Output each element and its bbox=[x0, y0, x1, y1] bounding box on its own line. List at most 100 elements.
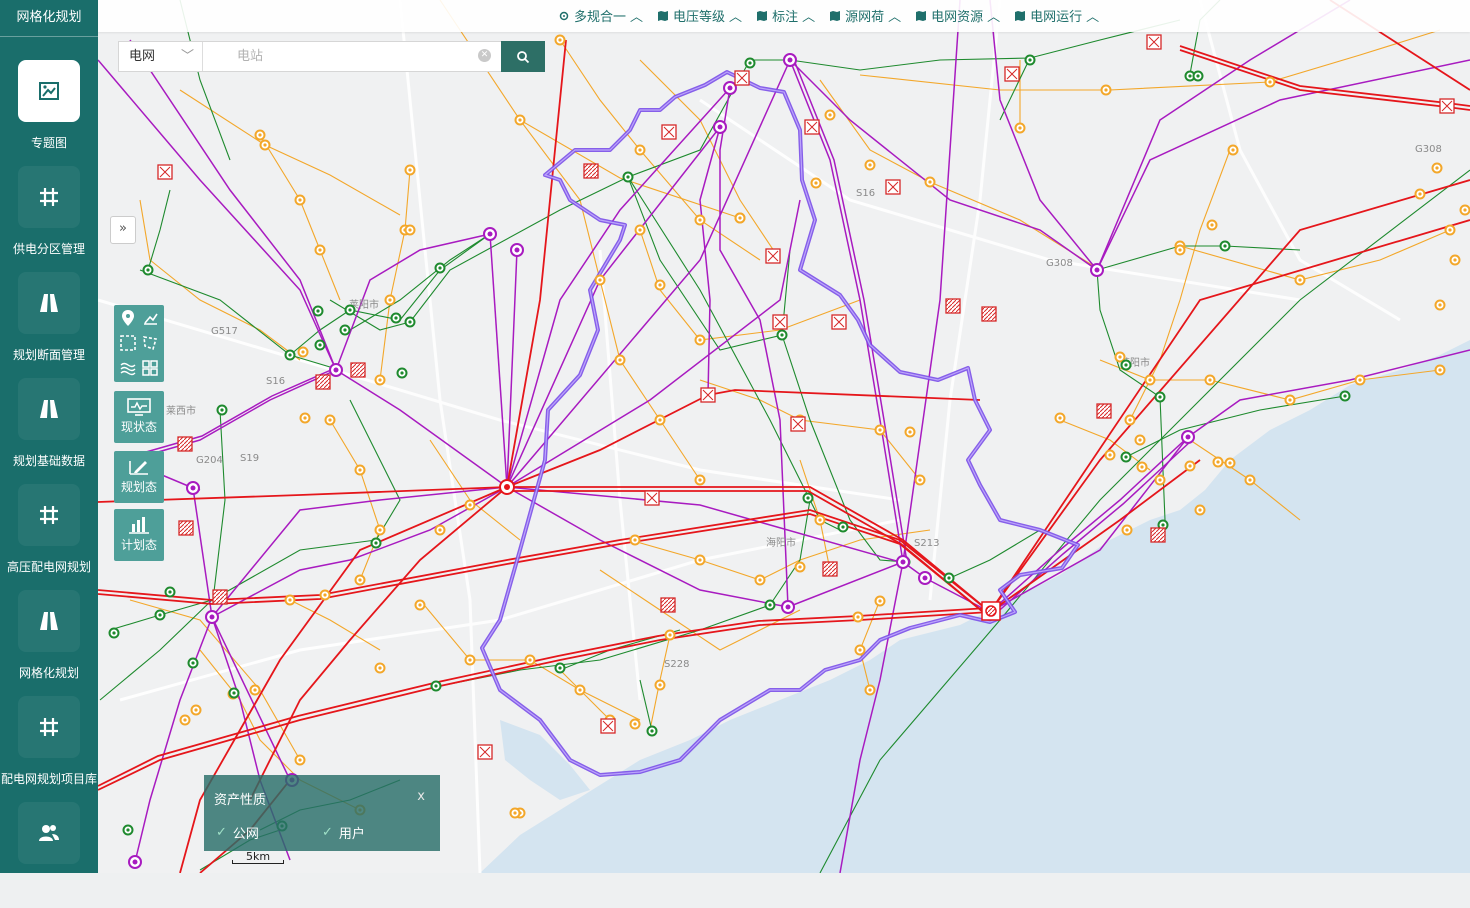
svg-text:G308: G308 bbox=[1046, 258, 1073, 269]
existing-station[interactable] bbox=[822, 561, 838, 577]
menu-label: 电网资源 bbox=[931, 10, 984, 25]
sidebar-item-label: 规划断面管理 bbox=[12, 348, 85, 362]
wave-layer-icon[interactable] bbox=[119, 359, 137, 377]
existing-station[interactable] bbox=[583, 163, 599, 179]
road-icon bbox=[40, 612, 58, 630]
current-state-button[interactable]: 现状态 bbox=[114, 391, 164, 443]
map-icon bbox=[916, 10, 927, 21]
chevron-up-icon: ︿ bbox=[1086, 10, 1100, 25]
sidebar-item-project-library[interactable]: 配电网规划项目库 bbox=[0, 696, 98, 802]
road-icon bbox=[40, 294, 58, 312]
existing-station[interactable] bbox=[660, 597, 676, 613]
sidebar-item-box[interactable] bbox=[18, 60, 80, 122]
search-button[interactable] bbox=[501, 41, 545, 72]
svg-text:S213: S213 bbox=[914, 538, 939, 549]
existing-station[interactable] bbox=[315, 374, 331, 390]
legend-option-label: 用户 bbox=[338, 827, 365, 842]
legend-option-user[interactable]: ✓ 用户 bbox=[322, 823, 365, 842]
map-icon bbox=[658, 10, 669, 21]
menu-label: 电网运行 bbox=[1030, 10, 1083, 25]
expand-panel-button[interactable]: » bbox=[110, 216, 136, 244]
menu-source-grid-load[interactable]: 源网荷 ︿ bbox=[829, 6, 901, 25]
measure-tool-icon[interactable] bbox=[141, 309, 159, 327]
station-search-input[interactable] bbox=[205, 42, 470, 71]
map-icon bbox=[757, 10, 768, 21]
search-icon bbox=[517, 50, 530, 63]
sidebar-item-box[interactable] bbox=[18, 272, 80, 334]
sidebar-item-box[interactable] bbox=[18, 590, 80, 652]
existing-station[interactable] bbox=[350, 362, 366, 378]
sidebar: 网格化规划 专题图 供电分区管理 规划断面管理 规划基础数据 高压配电网规划 网… bbox=[0, 0, 98, 873]
map-scale-bar: 5km bbox=[232, 850, 284, 864]
sidebar-item-label: 专题图 bbox=[30, 136, 67, 150]
map-pin-tool-icon[interactable] bbox=[119, 309, 137, 327]
sidebar-item-box[interactable] bbox=[18, 166, 80, 228]
asset-type-legend: 资产性质 x ✓ 公网 ✓ 用户 bbox=[204, 775, 440, 851]
planning-state-button[interactable]: 规划态 bbox=[114, 451, 164, 503]
state-label: 规划态 bbox=[120, 480, 157, 494]
double-chevron-right-icon: » bbox=[119, 221, 127, 236]
svg-text:G204: G204 bbox=[196, 455, 223, 466]
top-menu-bar: 多规合一 ︿ 电压等级 ︿ 标注 ︿ 源网荷 ︿ 电网资源 ︿ 电网运行 ︿ bbox=[98, 0, 1470, 32]
menu-annotation[interactable]: 标注 ︿ bbox=[756, 6, 815, 25]
bar-chart-icon bbox=[129, 517, 149, 534]
existing-station[interactable] bbox=[981, 306, 997, 322]
svg-text:S16: S16 bbox=[856, 188, 875, 199]
svg-text:S16: S16 bbox=[266, 376, 285, 387]
box-select-icon[interactable] bbox=[119, 334, 137, 352]
sidebar-item-hv-planning[interactable]: 高压配电网规划 bbox=[0, 484, 98, 590]
sidebar-item-box[interactable] bbox=[18, 378, 80, 440]
sidebar-item-label: 供电分区管理 bbox=[12, 242, 85, 256]
existing-station[interactable] bbox=[212, 589, 228, 605]
sidebar-item-section-management[interactable]: 规划断面管理 bbox=[0, 272, 98, 378]
sidebar-item-thematic-map[interactable]: 专题图 bbox=[0, 60, 98, 166]
legend-option-public[interactable]: ✓ 公网 bbox=[216, 823, 259, 842]
existing-station[interactable] bbox=[178, 520, 194, 536]
sidebar-item-label: 配电网规划项目库 bbox=[0, 772, 97, 786]
svg-text:莱西市: 莱西市 bbox=[166, 404, 196, 417]
map-canvas[interactable]: G308 G308 S16 S16 G517 G204 S19 S228 莱西市… bbox=[98, 0, 1470, 873]
checkmark-icon: ✓ bbox=[216, 825, 227, 840]
menu-voltage-level[interactable]: 电压等级 ︿ bbox=[657, 6, 742, 25]
sidebar-item-label: 规划基础数据 bbox=[12, 454, 85, 468]
search-type-value: 电网 bbox=[129, 49, 156, 64]
layout-grid-icon[interactable] bbox=[141, 359, 159, 377]
monitor-icon bbox=[127, 398, 151, 416]
existing-station[interactable] bbox=[1096, 403, 1112, 419]
search-type-select[interactable]: 电网 ﹀ bbox=[119, 42, 203, 71]
chevron-up-icon: ︿ bbox=[630, 10, 644, 25]
existing-station[interactable] bbox=[1150, 527, 1166, 543]
scale-line bbox=[232, 860, 284, 864]
menu-label: 多规合一 bbox=[574, 10, 627, 25]
grid-icon bbox=[40, 188, 58, 206]
state-label: 计划态 bbox=[120, 538, 157, 552]
existing-station[interactable] bbox=[945, 298, 961, 314]
sidebar-item-box[interactable] bbox=[18, 802, 80, 864]
map-tool-palette bbox=[114, 305, 164, 382]
menu-multi-plan[interactable]: 多规合一 ︿ bbox=[558, 6, 643, 25]
existing-station[interactable] bbox=[177, 436, 193, 452]
menu-grid-operation[interactable]: 电网运行 ︿ bbox=[1014, 6, 1099, 25]
chevron-up-icon: ︿ bbox=[888, 10, 902, 25]
svg-text:S228: S228 bbox=[664, 659, 689, 670]
svg-text:G308: G308 bbox=[1415, 144, 1442, 155]
menu-grid-resources[interactable]: 电网资源 ︿ bbox=[915, 6, 1000, 25]
chevron-down-icon: ﹀ bbox=[180, 49, 194, 64]
plan-state-button[interactable]: 计划态 bbox=[114, 509, 164, 561]
sidebar-item-supply-zone[interactable]: 供电分区管理 bbox=[0, 166, 98, 272]
svg-text:海阳市: 海阳市 bbox=[766, 536, 796, 549]
state-label: 现状态 bbox=[120, 420, 157, 434]
sidebar-item-label: 网格化规划 bbox=[18, 666, 79, 680]
sidebar-item-base-data[interactable]: 规划基础数据 bbox=[0, 378, 98, 484]
sidebar-item-box[interactable] bbox=[18, 484, 80, 546]
sidebar-item-box[interactable] bbox=[18, 696, 80, 758]
sidebar-item-users[interactable] bbox=[0, 802, 98, 908]
image-icon bbox=[39, 82, 59, 100]
polygon-select-icon[interactable] bbox=[141, 334, 159, 352]
legend-close-button[interactable]: x bbox=[417, 789, 425, 804]
sidebar-item-grid-planning[interactable]: 网格化规划 bbox=[0, 590, 98, 696]
clear-icon[interactable]: ✕ bbox=[478, 49, 491, 62]
grid-icon bbox=[40, 506, 58, 524]
sidebar-item-label: 高压配电网规划 bbox=[6, 560, 91, 574]
map-icon bbox=[1015, 10, 1026, 21]
